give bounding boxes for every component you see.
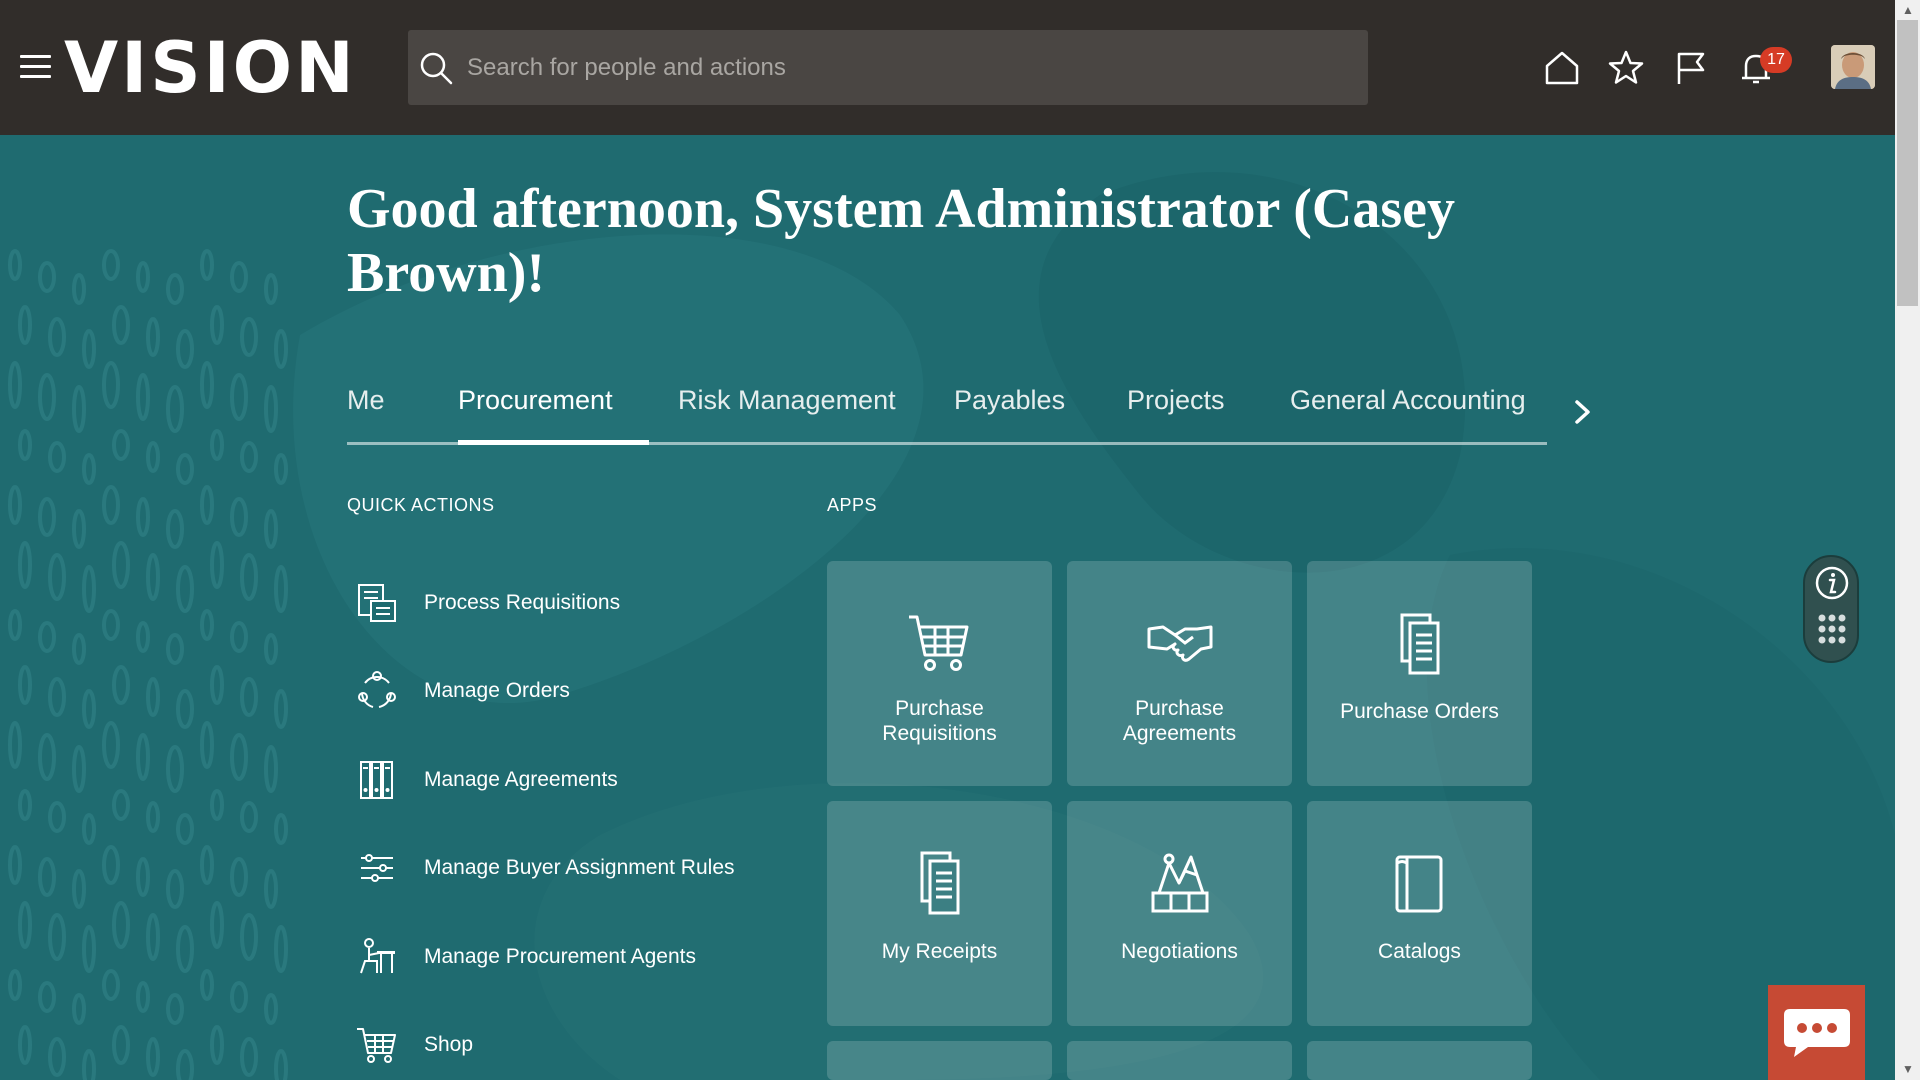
orders-cycle-icon: [358, 671, 396, 708]
app-tile-my-receipts[interactable]: My Receipts: [827, 801, 1052, 1026]
requisition-icon: [358, 584, 396, 622]
apps-heading: APPS: [827, 495, 878, 515]
app-tile-label: Purchase Agreements: [1122, 697, 1237, 745]
quick-action-shop[interactable]: Shop: [355, 1020, 473, 1070]
menu-icon[interactable]: [20, 55, 51, 81]
grid-dots-icon[interactable]: [1817, 613, 1847, 647]
rules-icon: [361, 854, 393, 882]
receipt-icon: [920, 851, 960, 915]
app-tile-partial[interactable]: [827, 1041, 1052, 1080]
app-tile-partial[interactable]: [1307, 1041, 1532, 1080]
quick-action-label: Shop: [424, 1033, 474, 1056]
tab-bar: Me Procurement Risk Management Payables …: [347, 385, 1547, 445]
app-tile-negotiations[interactable]: Negotiations: [1067, 801, 1292, 1026]
app-tile-label: Negotiations: [1121, 940, 1238, 963]
app-tile-purchase-orders[interactable]: Purchase Orders: [1307, 561, 1532, 786]
chat-button[interactable]: [1768, 985, 1865, 1080]
cart-icon: [909, 615, 969, 671]
top-header: VISION 17: [0, 0, 1895, 135]
favorites-star-icon[interactable]: [1606, 48, 1646, 88]
quick-action-label: Manage Agreements: [424, 768, 618, 791]
vision-logo[interactable]: VISION: [64, 28, 357, 108]
page-title: Good afternoon, System Administrator (Ca…: [347, 178, 1456, 304]
tab-payables[interactable]: Payables: [954, 385, 1065, 445]
app-tile-label: Catalogs: [1378, 940, 1461, 963]
active-tab-indicator: [458, 440, 649, 445]
chat-bubble-icon: [1784, 1009, 1850, 1057]
scrollbar-thumb[interactable]: [1897, 20, 1918, 306]
cart-icon: [357, 1028, 396, 1063]
avatar[interactable]: [1831, 45, 1875, 89]
tab-procurement[interactable]: Procurement: [458, 385, 613, 445]
app-tile-label: Purchase Requisitions: [882, 697, 997, 745]
app-tile-purchase-requisitions[interactable]: Purchase Requisitions: [827, 561, 1052, 786]
quick-action-process-requisitions[interactable]: Process Requisitions: [355, 578, 620, 628]
tab-me[interactable]: Me: [347, 385, 385, 445]
agent-icon: [360, 938, 395, 974]
quick-action-label: Manage Buyer Assignment Rules: [424, 856, 735, 879]
negotiations-icon: [1151, 853, 1209, 913]
chevron-right-icon[interactable]: [1572, 397, 1594, 427]
search-bar[interactable]: [408, 30, 1368, 105]
tab-projects[interactable]: Projects: [1127, 385, 1225, 445]
quick-action-manage-buyer-assignment-rules[interactable]: Manage Buyer Assignment Rules: [355, 843, 735, 893]
quick-action-manage-agreements[interactable]: Manage Agreements: [355, 755, 618, 805]
tab-risk-management[interactable]: Risk Management: [678, 385, 896, 445]
quick-action-label: Process Requisitions: [424, 591, 621, 614]
catalog-icon: [1395, 855, 1443, 913]
info-icon[interactable]: [1814, 565, 1850, 601]
search-input[interactable]: [467, 53, 1347, 82]
quick-action-label: Manage Procurement Agents: [424, 945, 696, 968]
quick-action-manage-procurement-agents[interactable]: Manage Procurement Agents: [355, 932, 696, 982]
home-icon[interactable]: [1542, 48, 1582, 88]
scroll-up-arrow-icon[interactable]: ▲: [1899, 1, 1917, 19]
agreements-binders-icon: [360, 761, 393, 799]
flag-icon[interactable]: [1671, 48, 1711, 88]
help-panel: [1803, 555, 1859, 663]
handshake-icon: [1147, 625, 1213, 662]
app-tile-purchase-agreements[interactable]: Purchase Agreements: [1067, 561, 1292, 786]
quick-actions-heading: QUICK ACTIONS: [347, 495, 495, 515]
quick-action-manage-orders[interactable]: Manage Orders: [355, 666, 570, 716]
quick-action-label: Manage Orders: [424, 679, 570, 702]
app-tile-label: Purchase Orders: [1340, 700, 1499, 723]
scroll-down-arrow-icon[interactable]: ▼: [1899, 1060, 1917, 1078]
app-tile-partial[interactable]: [1067, 1041, 1292, 1080]
document-stack-icon: [1400, 613, 1440, 675]
search-icon: [420, 52, 453, 84]
notification-badge: 17: [1760, 47, 1792, 73]
tab-general-accounting[interactable]: General Accounting: [1290, 385, 1526, 445]
app-tile-catalogs[interactable]: Catalogs: [1307, 801, 1532, 1026]
app-tile-label: My Receipts: [881, 940, 998, 963]
